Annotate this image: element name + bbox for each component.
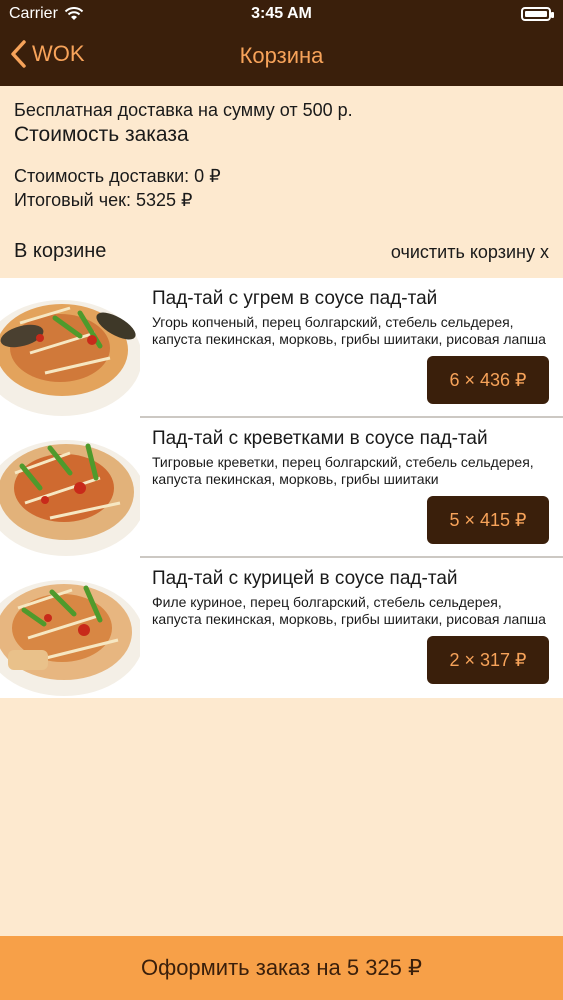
quantity-price-button[interactable]: 2 × 317 ₽ — [427, 636, 549, 684]
dish-image — [0, 418, 140, 558]
clear-cart-button[interactable]: очистить корзину x — [391, 242, 549, 263]
checkout-button[interactable]: Оформить заказ на 5 325 ₽ — [0, 936, 563, 1000]
navigation-bar: WOK Корзина — [0, 32, 563, 86]
cart-item[interactable]: Пад-тай с курицей в соусе пад-тай Филе к… — [0, 558, 563, 698]
dish-description: Тигровые креветки, перец болгарский, сте… — [152, 454, 534, 487]
dish-name: Пад-тай с курицей в соусе пад-тай — [152, 568, 458, 589]
order-summary: Бесплатная доставка на сумму от 500 р. С… — [14, 98, 549, 212]
cart-item[interactable]: Пад-тай с угрем в соусе пад-тай Угорь ко… — [0, 278, 563, 418]
cart-header: В корзине очистить корзину x — [14, 240, 549, 266]
battery-icon — [521, 7, 554, 21]
dish-name: Пад-тай с креветками в соусе пад-тай — [152, 428, 488, 449]
quantity-price-button[interactable]: 6 × 436 ₽ — [427, 356, 549, 404]
dish-description: Угорь копченый, перец болгарский, стебел… — [152, 314, 546, 347]
dish-description: Филе куриное, перец болгарский, стебель … — [152, 594, 546, 627]
order-cost-heading: Стоимость заказа — [14, 123, 189, 146]
top-bar: Carrier 3:45 AM WOK Корзина — [0, 0, 563, 86]
cart-items-list: Пад-тай с угрем в соусе пад-тай Угорь ко… — [0, 278, 563, 698]
total-cost: Итоговый чек: 5325 ₽ — [14, 190, 193, 210]
dish-name: Пад-тай с угрем в соусе пад-тай — [152, 288, 438, 309]
page-title: Корзина — [239, 43, 324, 68]
free-delivery-note: Бесплатная доставка на сумму от 500 р. — [14, 100, 353, 120]
delivery-cost: Стоимость доставки: 0 ₽ — [14, 166, 221, 186]
clock: 3:45 AM — [251, 5, 312, 22]
cart-title: В корзине — [14, 240, 107, 262]
dish-image — [0, 558, 140, 698]
cart-item[interactable]: Пад-тай с креветками в соусе пад-тай Тиг… — [0, 418, 563, 558]
status-bar: Carrier 3:45 AM — [0, 0, 563, 30]
quantity-price-button[interactable]: 5 × 415 ₽ — [427, 496, 549, 544]
dish-image — [0, 278, 140, 418]
